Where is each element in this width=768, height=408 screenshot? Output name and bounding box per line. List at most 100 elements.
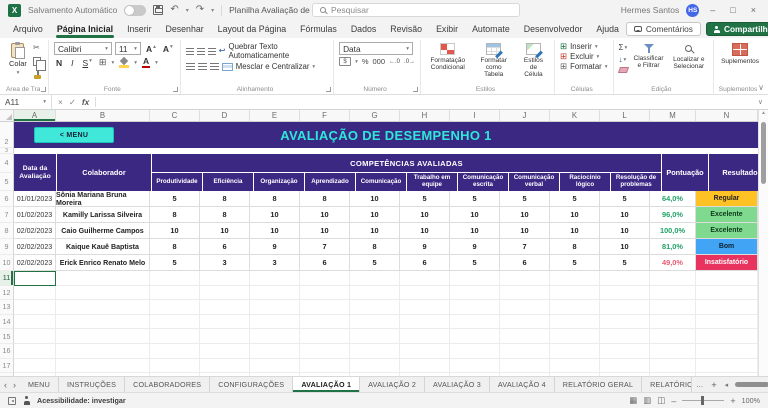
empty-cell[interactable] <box>696 343 758 359</box>
format-painter-icon[interactable] <box>33 70 43 80</box>
score-cell[interactable]: 5 <box>400 191 450 207</box>
empty-cell[interactable] <box>650 300 696 315</box>
ribbon-tab-layout-da-p-gina[interactable]: Layout da Página <box>211 21 293 38</box>
format-as-table-button[interactable]: Formatar como Tabela <box>474 42 514 82</box>
sheet-tab-colaboradores[interactable]: COLABORADORES <box>125 377 211 392</box>
score-cell[interactable]: 10 <box>450 207 500 223</box>
horizontal-scrollbar[interactable]: ◂ ▸ <box>721 377 768 392</box>
macro-record-icon[interactable] <box>8 396 16 405</box>
collapse-ribbon-icon[interactable]: ∨ <box>758 83 764 92</box>
row-number[interactable]: 16 <box>0 343 14 359</box>
column-header-k[interactable]: K <box>550 110 600 121</box>
next-sheet-icon[interactable]: › <box>13 380 16 390</box>
score-cell[interactable]: 10 <box>200 223 250 239</box>
empty-cell[interactable] <box>500 285 550 301</box>
add-sheet-button[interactable]: + <box>707 377 720 392</box>
empty-cell[interactable] <box>250 300 300 315</box>
ribbon-tab-f-rmulas[interactable]: Fórmulas <box>293 21 344 38</box>
zoom-level[interactable]: 100% <box>742 396 760 405</box>
comments-button[interactable]: Comentários <box>625 22 701 36</box>
date-cell[interactable]: 01/02/2023 <box>14 207 56 223</box>
row-number[interactable]: 2 <box>0 122 14 148</box>
score-cell[interactable]: 8 <box>150 239 200 255</box>
font-color-icon[interactable]: A <box>141 56 151 69</box>
collaborator-cell[interactable]: Kaique Kauê Baptista <box>56 239 150 255</box>
empty-cell[interactable] <box>350 285 400 301</box>
percentage-cell[interactable]: 49,0% <box>650 255 696 271</box>
row-number[interactable]: 14 <box>0 314 14 330</box>
user-name[interactable]: Hermes Santos <box>621 5 680 15</box>
excel-app-icon[interactable]: X <box>8 3 21 17</box>
empty-cell[interactable] <box>400 358 450 374</box>
empty-cell[interactable] <box>500 300 550 315</box>
score-cell[interactable]: 10 <box>500 223 550 239</box>
empty-cell[interactable] <box>14 329 56 344</box>
cancel-icon[interactable]: × <box>58 97 63 107</box>
autosave-toggle[interactable] <box>124 4 147 16</box>
empty-cell[interactable] <box>350 343 400 359</box>
page-break-view-icon[interactable]: ◫ <box>657 395 665 406</box>
empty-cell[interactable] <box>200 271 250 286</box>
font-color-dropdown-icon[interactable]: ▾ <box>155 60 158 66</box>
empty-cell[interactable] <box>696 329 758 344</box>
column-header-b[interactable]: B <box>56 110 150 121</box>
column-header-c[interactable]: C <box>150 110 200 121</box>
empty-cell[interactable] <box>250 285 300 301</box>
autosum-dropdown-icon[interactable]: ▾ <box>625 45 628 51</box>
empty-cell[interactable] <box>350 271 400 286</box>
merge-center-icon[interactable] <box>221 62 233 71</box>
empty-cell[interactable] <box>200 358 250 374</box>
empty-cell[interactable] <box>550 343 600 359</box>
redo-icon[interactable]: ↷ <box>196 5 204 15</box>
formula-input[interactable] <box>96 95 753 109</box>
ribbon-tab-arquivo[interactable]: Arquivo <box>6 21 50 38</box>
empty-cell[interactable] <box>450 343 500 359</box>
ribbon-tab-dados[interactable]: Dados <box>344 21 383 38</box>
fill-color-icon[interactable] <box>119 58 130 68</box>
sheet-tab-avalia-o-4[interactable]: AVALIAÇÃO 4 <box>490 377 555 392</box>
empty-cell[interactable] <box>600 329 650 344</box>
header-collaborator[interactable]: Colaborador <box>57 154 151 191</box>
find-select-button[interactable]: Localizar e Selecionar <box>670 42 709 82</box>
empty-cell[interactable] <box>300 271 350 286</box>
percent-format-icon[interactable]: % <box>362 57 369 66</box>
empty-cell[interactable] <box>450 329 500 344</box>
header-score[interactable]: Pontuação <box>662 154 708 191</box>
column-header-g[interactable]: G <box>350 110 400 121</box>
shrink-font-button[interactable]: A ▾ <box>161 44 175 54</box>
empty-cell[interactable] <box>550 300 600 315</box>
empty-cell[interactable] <box>56 271 150 286</box>
cut-icon[interactable]: ✂ <box>33 43 43 52</box>
empty-cell[interactable] <box>200 300 250 315</box>
empty-cell[interactable] <box>250 314 300 330</box>
header-competency[interactable]: Comunicação escrita <box>458 173 508 191</box>
align-left-icon[interactable] <box>185 63 195 70</box>
row-number[interactable]: 10 <box>0 255 14 271</box>
row-number[interactable]: 13 <box>0 300 14 315</box>
result-cell[interactable]: Excelente <box>696 223 758 239</box>
empty-cell[interactable] <box>350 358 400 374</box>
score-cell[interactable]: 9 <box>450 239 500 255</box>
empty-cell[interactable] <box>14 314 56 330</box>
alignment-dialog-launcher[interactable] <box>326 87 332 92</box>
column-header-i[interactable]: I <box>450 110 500 121</box>
accessibility-status[interactable]: Acessibilidade: investigar <box>37 396 126 405</box>
score-cell[interactable]: 8 <box>200 207 250 223</box>
empty-cell[interactable] <box>450 271 500 286</box>
empty-cell[interactable] <box>550 314 600 330</box>
row-number[interactable]: 17 <box>0 358 14 374</box>
score-cell[interactable]: 10 <box>250 223 300 239</box>
score-cell[interactable]: 7 <box>500 239 550 255</box>
expand-formula-bar-icon[interactable]: ∨ <box>753 98 768 106</box>
decrease-decimal-icon[interactable]: .0→ <box>404 59 415 65</box>
empty-cell[interactable] <box>56 314 150 330</box>
empty-cell[interactable] <box>250 271 300 286</box>
clipboard-dialog-launcher[interactable] <box>40 87 46 92</box>
collaborator-cell[interactable]: Kamilly Larissa Silveira <box>56 207 150 223</box>
empty-cell[interactable] <box>14 300 56 315</box>
score-cell[interactable]: 8 <box>350 239 400 255</box>
row-number[interactable]: 12 <box>0 285 14 301</box>
empty-cell[interactable] <box>300 343 350 359</box>
sheet-tab-avalia-o-1[interactable]: AVALIAÇÃO 1 <box>293 377 361 392</box>
empty-cell[interactable] <box>400 343 450 359</box>
